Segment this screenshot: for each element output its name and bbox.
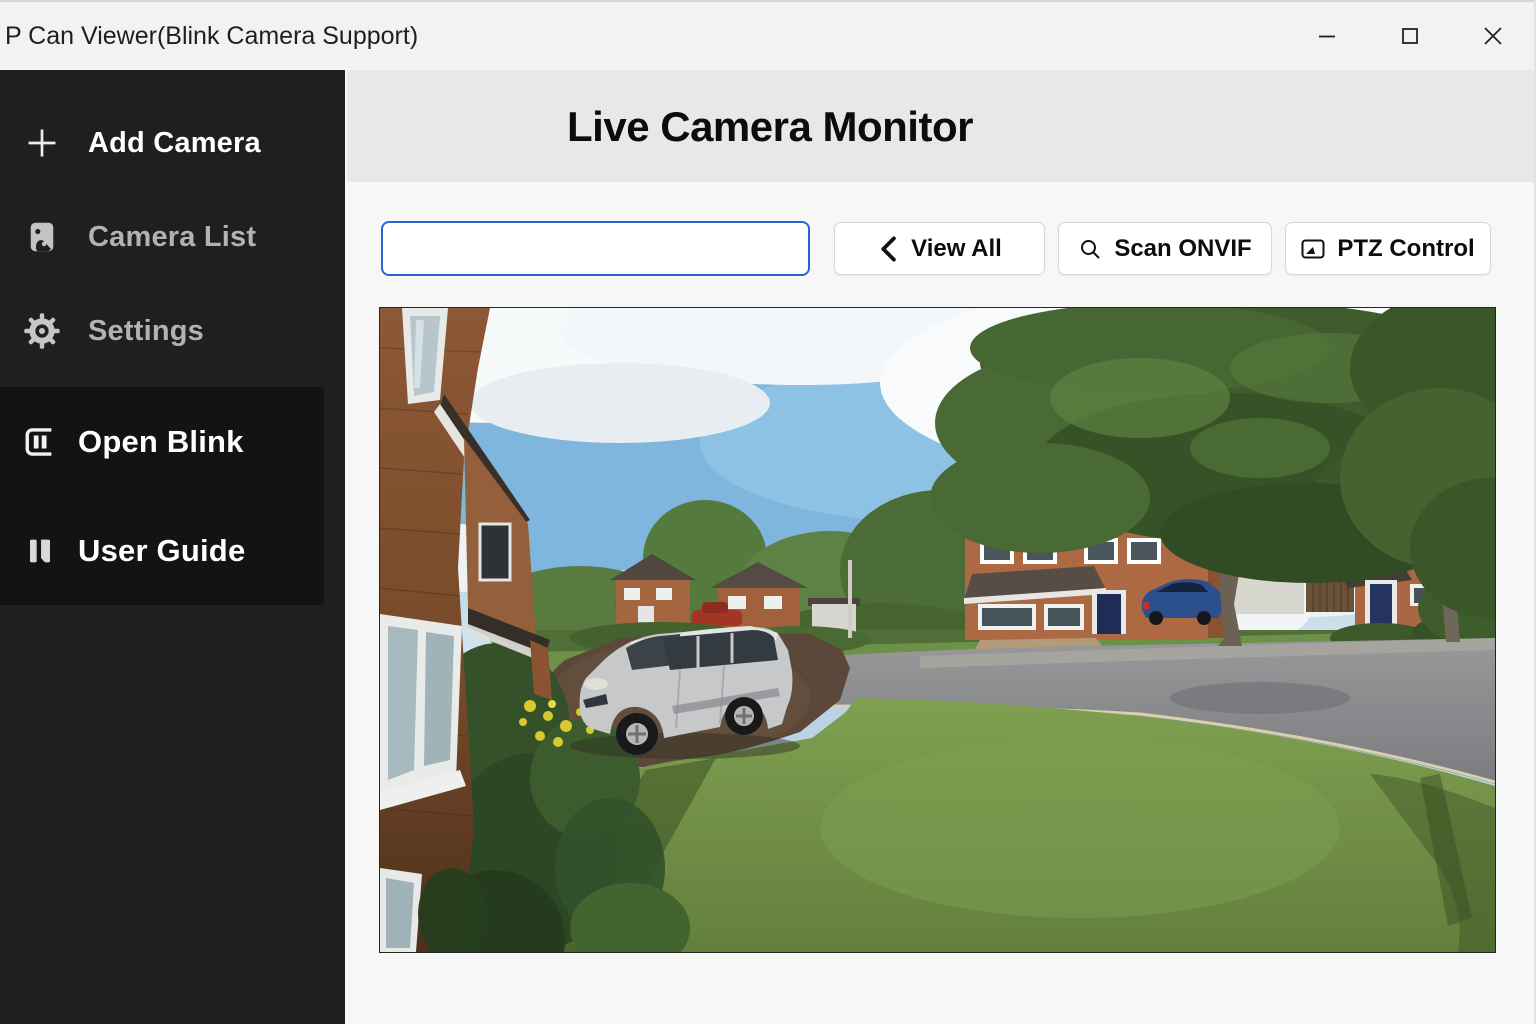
app-window: P Can Viewer(Blink Camera Support): [0, 0, 1536, 1024]
search-icon: [1078, 237, 1102, 261]
chevron-left-icon: [877, 236, 899, 262]
minimize-button[interactable]: [1285, 2, 1368, 70]
main-area: Live Camera Monitor View All Scan ONVIF …: [345, 70, 1534, 1024]
sidebar: Add Camera Camera List: [0, 70, 345, 1024]
sidebar-item-camera-list[interactable]: Camera List: [0, 190, 345, 284]
window-controls: [1285, 2, 1534, 70]
sidebar-item-user-guide[interactable]: User Guide: [0, 496, 324, 605]
sidebar-item-label: Open Blink: [78, 424, 244, 460]
guide-book-icon: [20, 535, 60, 567]
view-all-label: View All: [911, 235, 1002, 263]
minimize-icon: [1317, 26, 1337, 46]
camera-feed: [379, 307, 1496, 953]
close-icon: [1482, 25, 1504, 47]
sidebar-item-label: User Guide: [78, 533, 245, 569]
view-all-button[interactable]: View All: [834, 222, 1045, 275]
sidebar-item-add-camera[interactable]: Add Camera: [0, 96, 345, 190]
page-title: Live Camera Monitor: [567, 103, 973, 151]
image-icon: [1301, 239, 1325, 259]
maximize-icon: [1400, 26, 1420, 46]
camera-url-input[interactable]: [381, 221, 810, 276]
sidebar-item-settings[interactable]: Settings: [0, 284, 345, 378]
header-band: Live Camera Monitor: [347, 70, 1534, 182]
gear-icon: [22, 312, 62, 350]
open-book-icon: [20, 425, 60, 459]
plus-icon: [22, 124, 62, 162]
sidebar-item-label: Add Camera: [88, 127, 261, 160]
ptz-control-label: PTZ Control: [1337, 235, 1474, 263]
ptz-control-button[interactable]: PTZ Control: [1285, 222, 1491, 275]
maximize-button[interactable]: [1368, 2, 1451, 70]
window-title: P Can Viewer(Blink Camera Support): [0, 22, 418, 51]
camera-list-icon: [22, 219, 62, 255]
sidebar-nav: Add Camera Camera List: [0, 70, 345, 378]
titlebar: P Can Viewer(Blink Camera Support): [0, 0, 1534, 70]
camera-scene: [380, 308, 1495, 952]
close-button[interactable]: [1451, 2, 1534, 70]
scan-onvif-button[interactable]: Scan ONVIF: [1058, 222, 1272, 275]
sidebar-item-label: Settings: [88, 315, 204, 348]
sidebar-quick-panel: Open Blink User Guide: [0, 387, 324, 605]
sidebar-item-open-blink[interactable]: Open Blink: [0, 387, 324, 496]
scan-onvif-label: Scan ONVIF: [1114, 235, 1251, 263]
sidebar-item-label: Camera List: [88, 221, 256, 254]
